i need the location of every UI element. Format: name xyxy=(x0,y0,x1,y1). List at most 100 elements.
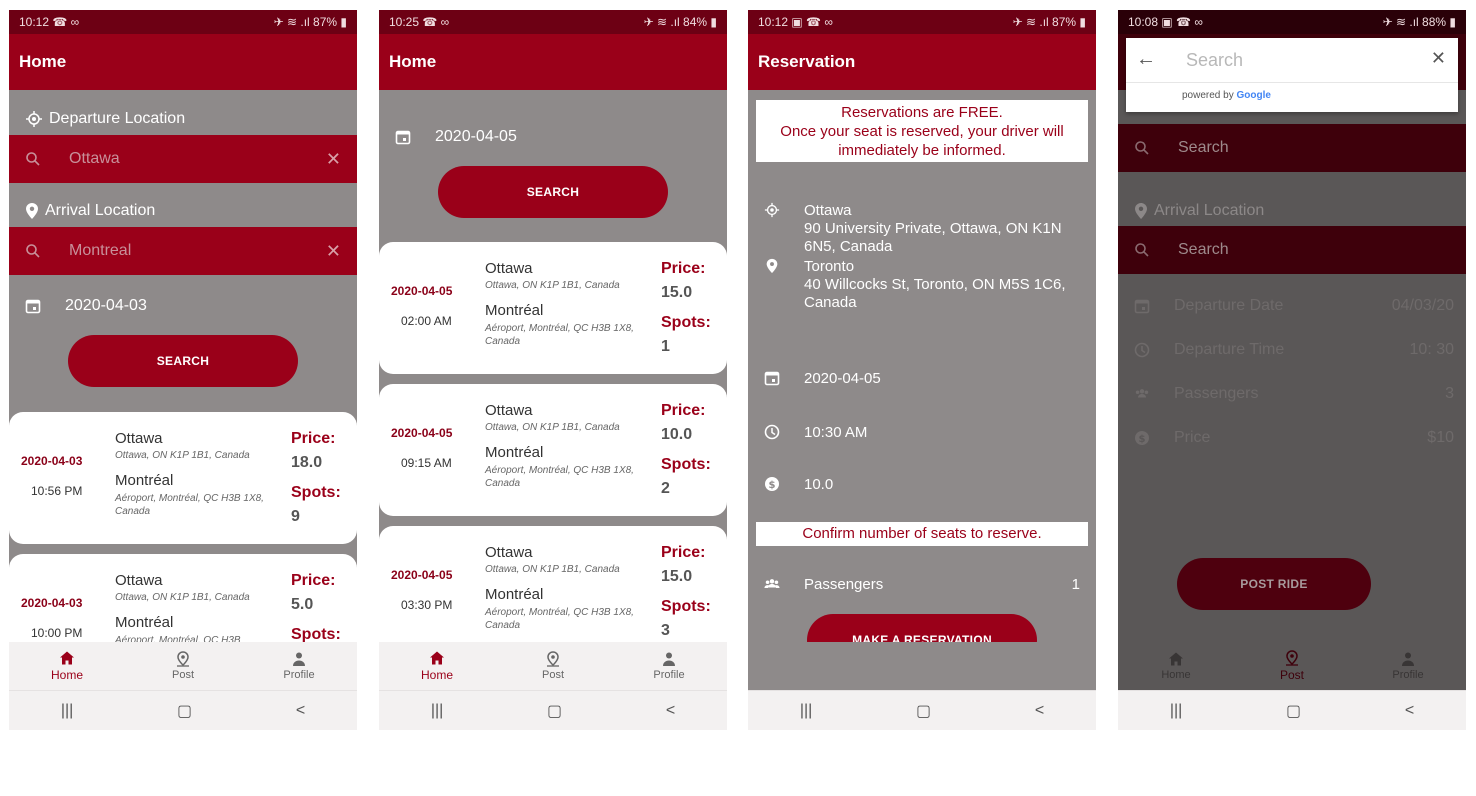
price-row: $ 10.0 xyxy=(764,476,833,493)
date-field[interactable]: 2020-04-03 xyxy=(25,297,147,315)
search-button[interactable]: SEARCH xyxy=(68,335,298,387)
phone-home-search: 10:12 ☎ ∞ ✈ ≋ .ıl 87% ▮ Home Departure L… xyxy=(9,10,357,730)
home-button[interactable]: ▢ xyxy=(1286,701,1301,721)
close-icon[interactable]: ✕ xyxy=(1431,48,1446,69)
back-button[interactable]: < xyxy=(666,702,675,720)
price-row[interactable]: $ Price $10 xyxy=(1118,416,1466,460)
powered-by-google: powered by Google xyxy=(1182,90,1271,101)
content: Search Arrival Location Search Departure… xyxy=(1118,90,1466,642)
home-button[interactable]: ▢ xyxy=(547,701,562,721)
nav-home[interactable]: Home xyxy=(1118,642,1234,690)
phone-home-results: 10:25 ☎ ∞ ✈ ≋ .ıl 84% ▮ Home 2020-04-05 … xyxy=(379,10,727,730)
nav-home[interactable]: Home xyxy=(9,642,125,690)
search-icon xyxy=(26,152,40,166)
clear-icon[interactable]: ✕ xyxy=(326,149,341,170)
calendar-icon xyxy=(25,299,41,314)
departure-search-input[interactable]: Ottawa ✕ xyxy=(9,135,357,183)
status-bar: 10:12 ☎ ∞ ✈ ≋ .ıl 87% ▮ xyxy=(9,10,357,34)
content: 2020-04-05 SEARCH 2020-04-05 02:00 AM Ot… xyxy=(379,90,727,642)
ride-card[interactable]: 2020-04-05 09:15 AM Ottawa Ottawa, ON K1… xyxy=(379,384,727,516)
bottom-nav: Home Post Profile xyxy=(1118,642,1466,690)
dollar-icon: $ xyxy=(765,477,779,491)
back-button[interactable]: < xyxy=(296,702,305,720)
arrival-search-input[interactable]: Search xyxy=(1118,226,1466,274)
home-button[interactable]: ▢ xyxy=(916,701,931,721)
arrival-label: Arrival Location xyxy=(1134,202,1264,220)
app-bar: Home xyxy=(9,34,357,90)
arrival-search-input[interactable]: Montreal ✕ xyxy=(9,227,357,275)
clock-icon xyxy=(1134,342,1150,358)
passengers-row[interactable]: Passengers 1 xyxy=(764,576,1080,593)
pin-icon xyxy=(766,258,778,274)
status-icons: ✈ ≋ .ıl 87% ▮ xyxy=(1012,15,1086,29)
recents-button[interactable]: ||| xyxy=(431,702,443,720)
post-ride-button[interactable]: POST RIDE xyxy=(1177,558,1371,610)
person-icon xyxy=(1402,652,1414,666)
clear-icon[interactable]: ✕ xyxy=(326,241,341,262)
date-field[interactable]: 2020-04-05 xyxy=(395,128,517,146)
departure-date-row[interactable]: Departure Date 04/03/20 xyxy=(1118,284,1466,328)
pin-icon xyxy=(26,203,38,219)
home-button[interactable]: ▢ xyxy=(177,701,192,721)
nav-home[interactable]: Home xyxy=(379,642,495,690)
departure-search-input[interactable]: Search xyxy=(1118,124,1466,172)
destination-address: 40 Willcocks St, Toronto, ON M5S 1C6, Ca… xyxy=(804,276,1066,311)
status-bar: 10:08 ▣ ☎ ∞ ✈ ≋ .ıl 88% ▮ xyxy=(1118,10,1466,34)
phone-post-ride: 10:08 ▣ ☎ ∞ ✈ ≋ .ıl 88% ▮ Search Arrival… xyxy=(1118,10,1466,730)
phone-reservation: 10:12 ▣ ☎ ∞ ✈ ≋ .ıl 87% ▮ Reservation Re… xyxy=(748,10,1096,730)
nav-post[interactable]: Post xyxy=(125,642,241,690)
person-icon xyxy=(293,652,305,666)
search-button[interactable]: SEARCH xyxy=(438,166,668,218)
bottom-nav: Home Post Profile xyxy=(9,642,357,690)
back-button[interactable]: < xyxy=(1405,702,1414,720)
content: Departure Location Ottawa ✕ Arrival Loca… xyxy=(9,90,357,642)
status-icons: ✈ ≋ .ıl 87% ▮ xyxy=(273,15,347,29)
pin-icon xyxy=(1135,203,1147,219)
status-time: 10:25 ☎ ∞ xyxy=(389,15,450,29)
recents-button[interactable]: ||| xyxy=(1170,702,1182,720)
dollar-icon: $ xyxy=(1135,431,1149,445)
google-logo: Google xyxy=(1236,90,1271,101)
recents-button[interactable]: ||| xyxy=(61,702,73,720)
crosshair-icon xyxy=(26,111,42,127)
nav-post[interactable]: Post xyxy=(495,642,611,690)
location-pin-icon xyxy=(177,651,189,667)
ride-card[interactable]: 2020-04-03 10:56 PM Ottawa Ottawa, ON K1… xyxy=(9,412,357,544)
ride-card[interactable]: 2020-04-05 02:00 AM Ottawa Ottawa, ON K1… xyxy=(379,242,727,374)
arrival-label: Arrival Location xyxy=(25,202,155,220)
app-bar: Home xyxy=(379,34,727,90)
location-pin-icon xyxy=(547,651,559,667)
status-icons: ✈ ≋ .ıl 88% ▮ xyxy=(1382,15,1456,29)
page-title: Home xyxy=(389,52,437,71)
origin-city: Ottawa xyxy=(804,202,852,219)
passengers-count: 1 xyxy=(1071,576,1080,593)
passengers-row[interactable]: Passengers 3 xyxy=(1118,372,1466,416)
home-icon xyxy=(1169,652,1183,666)
status-time: 10:08 ▣ ☎ ∞ xyxy=(1128,15,1203,29)
origin-row: Ottawa 90 University Private, Ottawa, ON… xyxy=(764,202,1096,256)
ride-card[interactable]: 2020-04-05 03:30 PM Ottawa Ottawa, ON K1… xyxy=(379,526,727,642)
person-icon xyxy=(663,652,675,666)
clock-icon xyxy=(764,424,780,440)
nav-profile[interactable]: Profile xyxy=(611,642,727,690)
location-pin-icon xyxy=(1286,650,1298,666)
ride-card[interactable]: 2020-04-03 10:00 PM Ottawa Ottawa, ON K1… xyxy=(9,554,357,642)
places-search-input[interactable]: Search xyxy=(1186,50,1243,71)
nav-profile[interactable]: Profile xyxy=(1350,642,1466,690)
departure-time-row[interactable]: Departure Time 10: 30 xyxy=(1118,328,1466,372)
back-button[interactable]: < xyxy=(1035,702,1044,720)
status-bar: 10:12 ▣ ☎ ∞ ✈ ≋ .ıl 87% ▮ xyxy=(748,10,1096,34)
confirm-seats-label: Confirm number of seats to reserve. xyxy=(756,522,1088,546)
back-arrow-icon[interactable]: ← xyxy=(1136,48,1156,71)
page-title: Reservation xyxy=(758,52,856,71)
destination-city: Toronto xyxy=(804,258,855,275)
nav-post[interactable]: Post xyxy=(1234,642,1350,690)
page-title: Home xyxy=(19,52,67,71)
crosshair-icon xyxy=(764,202,780,218)
make-reservation-button[interactable]: MAKE A RESERVATION xyxy=(807,614,1037,642)
nav-profile[interactable]: Profile xyxy=(241,642,357,690)
app-bar: Reservation xyxy=(748,34,1096,90)
recents-button[interactable]: ||| xyxy=(800,702,812,720)
departure-label: Departure Location xyxy=(25,110,185,128)
search-icon xyxy=(1135,243,1149,257)
